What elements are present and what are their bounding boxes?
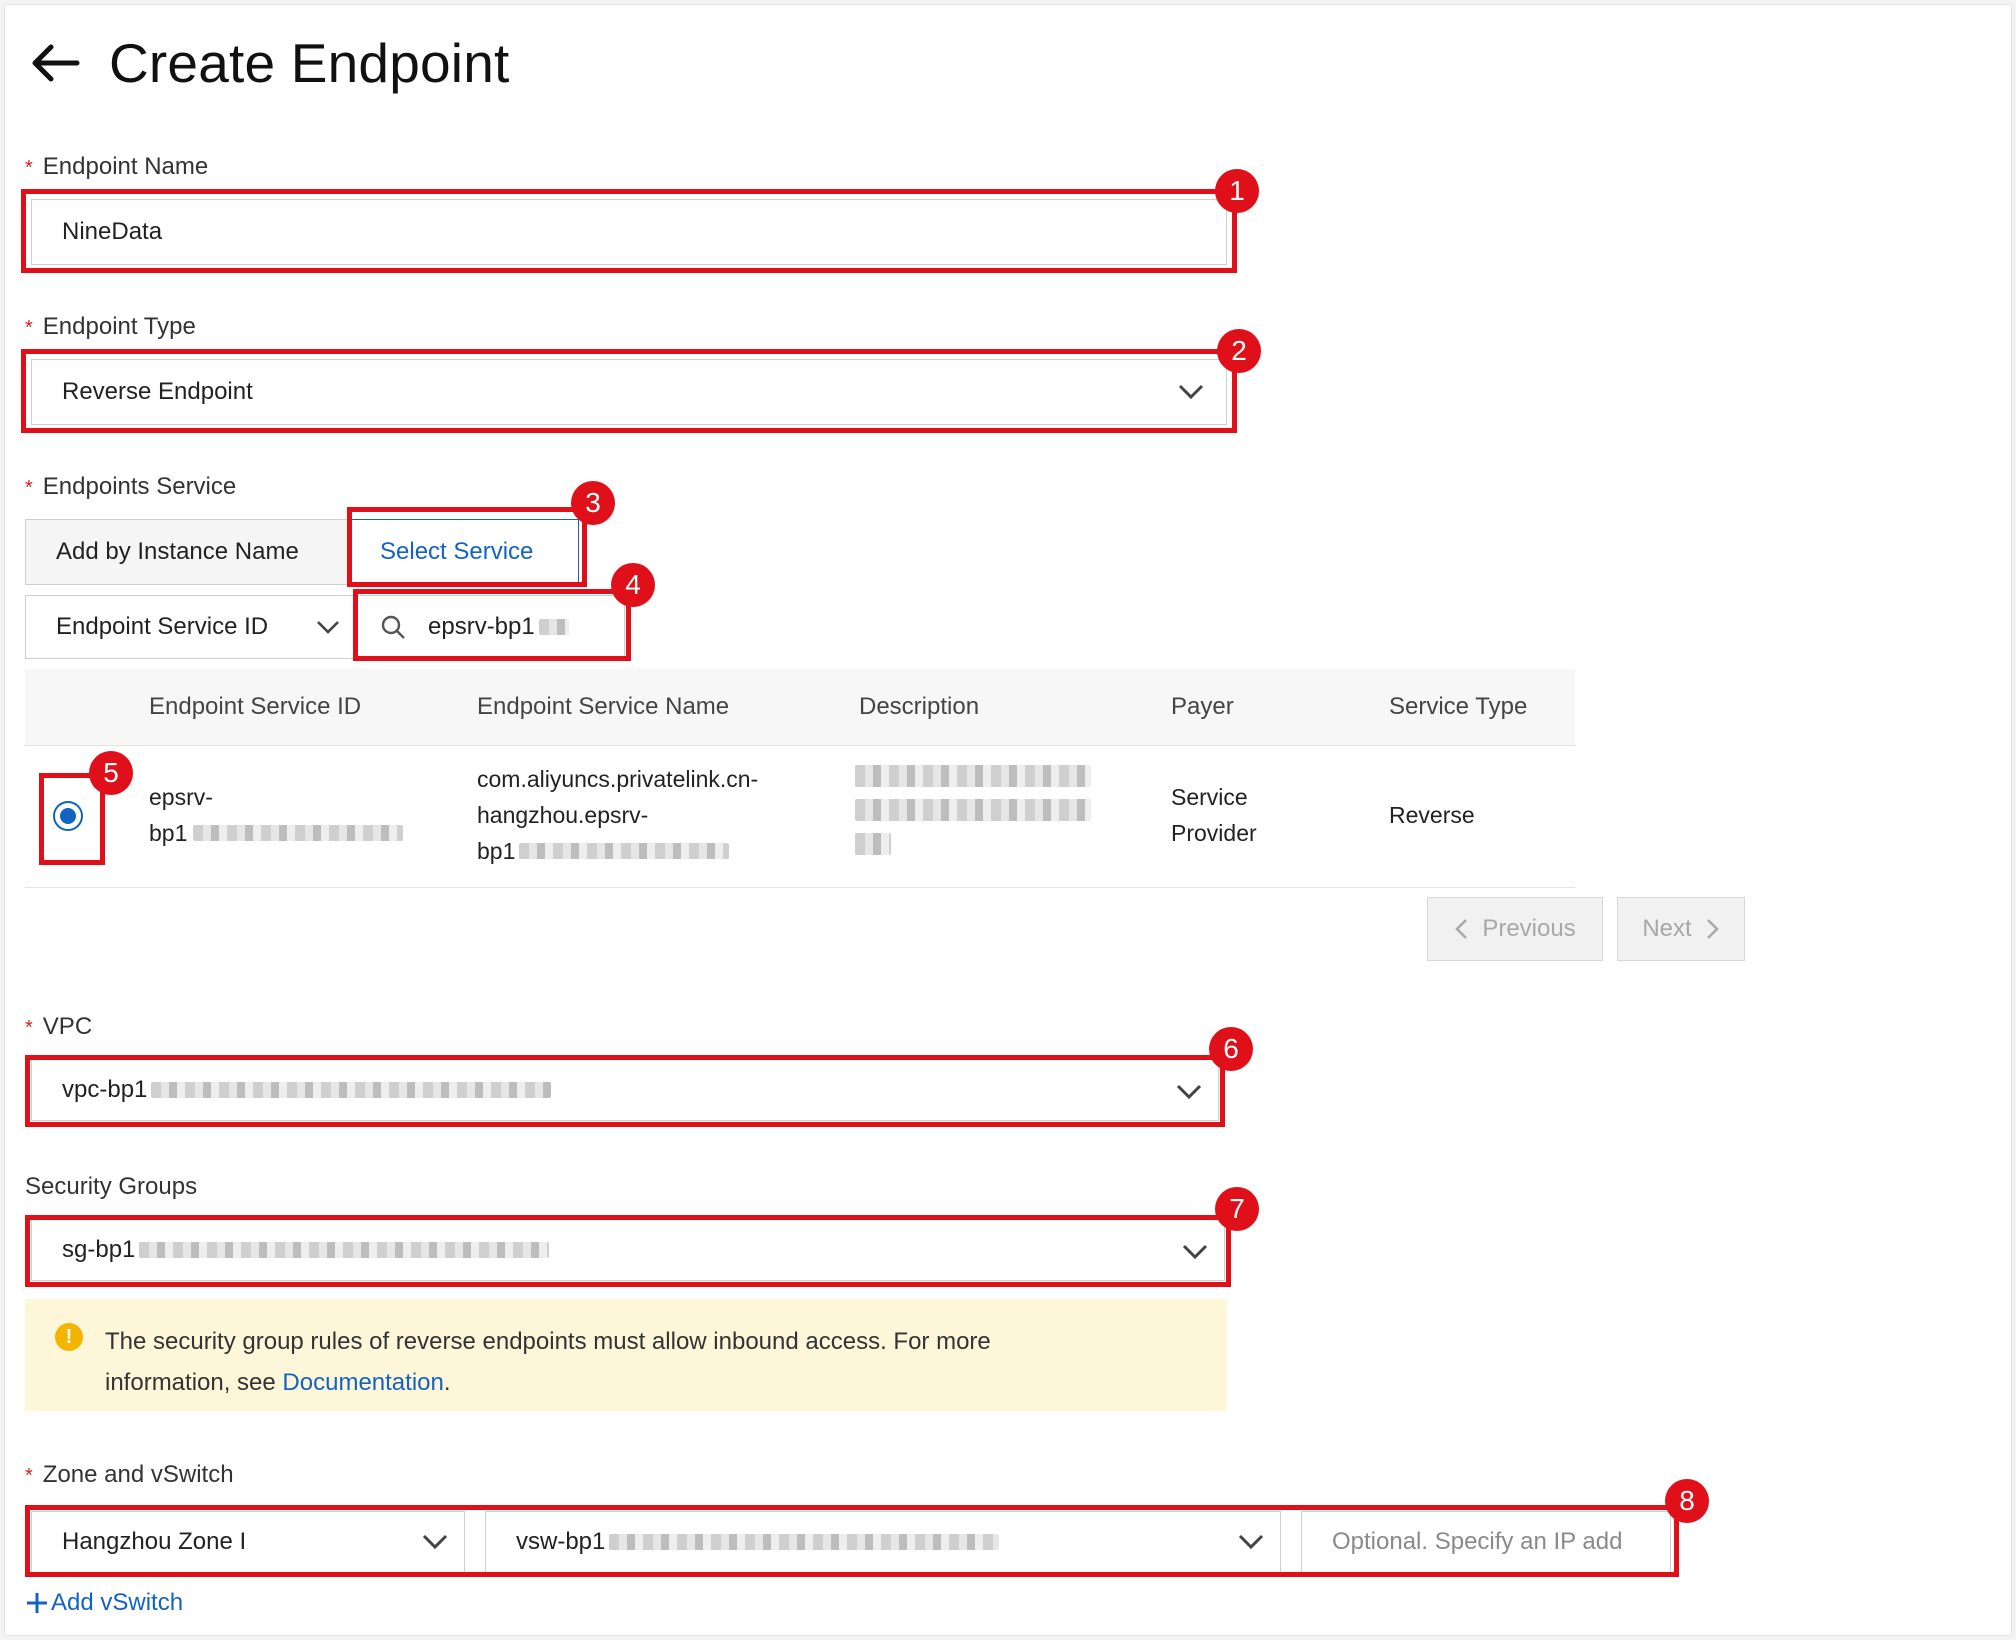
vswitch-value: vsw-bp1 <box>516 1528 606 1555</box>
tab-add-by-instance-name[interactable]: Add by Instance Name <box>25 519 349 585</box>
chevron-right-icon <box>1706 919 1719 939</box>
chevron-down-icon <box>1178 384 1204 400</box>
payer-line: Service <box>1171 784 1248 810</box>
annotation-badge-4: 4 <box>611 563 655 607</box>
annotation-badge-3: 3 <box>571 481 615 525</box>
required-asterisk: * <box>25 157 33 179</box>
plus-icon <box>27 1593 47 1613</box>
column-header: Description <box>859 693 980 720</box>
endpoint-name-input[interactable]: NineData <box>31 199 1227 265</box>
column-header: Endpoint Service Name <box>477 693 730 720</box>
chevron-down-icon <box>1238 1534 1264 1550</box>
required-asterisk: * <box>25 1465 33 1487</box>
chevron-down-icon <box>1182 1244 1208 1260</box>
filter-field-select[interactable]: Endpoint Service ID <box>25 595 355 659</box>
security-groups-select[interactable]: sg-bp1 <box>31 1219 1225 1281</box>
annotation-badge-1: 1 <box>1215 169 1259 213</box>
endpoint-name-label: * Endpoint Name <box>25 153 209 180</box>
vpc-label: * VPC <box>25 1013 93 1040</box>
endpoint-name-value: NineData <box>62 218 163 245</box>
service-name-line: hangzhou.epsrv- <box>477 802 649 828</box>
documentation-link[interactable]: Documentation <box>282 1369 443 1396</box>
tab-label: Select Service <box>380 538 534 565</box>
service-type-cell: Reverse <box>1389 802 1475 828</box>
service-id-cell: epsrv- bp1 <box>149 779 404 851</box>
zone-value: Hangzhou Zone I <box>62 1528 247 1555</box>
zone-select[interactable]: Hangzhou Zone I <box>31 1511 465 1573</box>
annotation-badge-7: 7 <box>1215 1187 1259 1231</box>
service-id-line: epsrv- <box>149 784 213 810</box>
table-header: Endpoint Service ID Endpoint Service Nam… <box>25 669 1575 746</box>
required-asterisk: * <box>25 477 33 499</box>
description-cell <box>855 765 1095 855</box>
column-header: Payer <box>1171 693 1234 720</box>
service-name-line: com.aliyuncs.privatelink.cn- <box>477 766 759 792</box>
redacted-text <box>519 843 730 859</box>
table-row[interactable]: epsrv- bp1 com.aliyuncs.privatelink.cn- … <box>25 745 1575 888</box>
security-groups-label: Security Groups <box>25 1173 198 1200</box>
tab-label: Add by Instance Name <box>56 538 299 565</box>
chevron-left-icon <box>1455 919 1468 939</box>
next-page-button[interactable]: Next <box>1617 897 1745 961</box>
redacted-text <box>855 833 891 855</box>
endpoints-service-label: * Endpoints Service <box>25 473 237 500</box>
security-group-notice: ! The security group rules of reverse en… <box>25 1299 1227 1411</box>
column-header: Endpoint Service ID <box>149 693 362 720</box>
zone-vswitch-label: * Zone and vSwitch <box>25 1461 234 1488</box>
service-id-line: bp1 <box>149 815 404 851</box>
service-search-input[interactable]: epsrv-bp1 <box>355 595 625 659</box>
search-icon <box>381 615 405 639</box>
redacted-text <box>151 1082 552 1098</box>
chevron-down-icon <box>317 621 339 634</box>
annotation-badge-2: 2 <box>1217 329 1261 373</box>
redacted-text <box>139 1242 550 1258</box>
ip-address-placeholder: Optional. Specify an IP add <box>1332 1528 1623 1555</box>
row-radio-button[interactable] <box>53 801 83 831</box>
annotation-badge-6: 6 <box>1209 1027 1253 1071</box>
column-header: Service Type <box>1389 693 1528 720</box>
add-vswitch-link[interactable]: Add vSwitch <box>25 1589 183 1617</box>
filter-field-value: Endpoint Service ID <box>56 613 269 640</box>
service-name-line: bp1 <box>477 833 758 869</box>
ip-address-input[interactable]: Optional. Specify an IP add <box>1301 1511 1671 1573</box>
required-asterisk: * <box>25 1017 33 1039</box>
annotation-badge-8: 8 <box>1665 1479 1709 1523</box>
search-value: epsrv-bp1 <box>428 613 535 640</box>
vpc-select[interactable]: vpc-bp1 <box>31 1059 1219 1121</box>
tab-select-service[interactable]: Select Service <box>349 519 579 585</box>
add-vswitch-label: Add vSwitch <box>51 1589 184 1616</box>
redacted-text <box>609 1534 1000 1550</box>
endpoint-type-label: * Endpoint Type <box>25 313 196 340</box>
payer-line: Provider <box>1171 820 1257 846</box>
radio-dot <box>60 808 76 824</box>
vswitch-select[interactable]: vsw-bp1 <box>485 1511 1281 1573</box>
previous-page-button[interactable]: Previous <box>1427 897 1603 961</box>
warning-icon: ! <box>55 1323 83 1351</box>
redacted-text <box>855 765 1091 787</box>
previous-label: Previous <box>1482 915 1576 942</box>
next-label: Next <box>1642 915 1692 942</box>
chevron-down-icon <box>1176 1084 1202 1100</box>
security-group-value: sg-bp1 <box>62 1236 136 1263</box>
service-table: Endpoint Service ID Endpoint Service Nam… <box>25 669 1575 888</box>
endpoint-type-select[interactable]: Reverse Endpoint <box>31 359 1227 425</box>
service-name-cell: com.aliyuncs.privatelink.cn- hangzhou.ep… <box>477 761 758 869</box>
redacted-text <box>193 825 404 841</box>
page-header: Create Endpoint <box>29 31 510 95</box>
page-title: Create Endpoint <box>109 32 510 94</box>
chevron-down-icon <box>422 1534 448 1550</box>
annotation-badge-5: 5 <box>89 751 133 795</box>
vpc-value: vpc-bp1 <box>62 1076 148 1103</box>
redacted-text <box>855 799 1091 821</box>
notice-text: The security group rules of reverse endp… <box>105 1328 991 1355</box>
back-arrow-icon[interactable] <box>29 43 81 83</box>
redacted-text <box>538 619 569 635</box>
required-asterisk: * <box>25 317 33 339</box>
endpoint-type-value: Reverse Endpoint <box>62 378 253 405</box>
create-endpoint-page: Create Endpoint * Endpoint Name NineData … <box>4 4 2012 1636</box>
payer-cell: Service Provider <box>1171 779 1257 851</box>
notice-text-line2: information, see Documentation. <box>105 1369 451 1396</box>
